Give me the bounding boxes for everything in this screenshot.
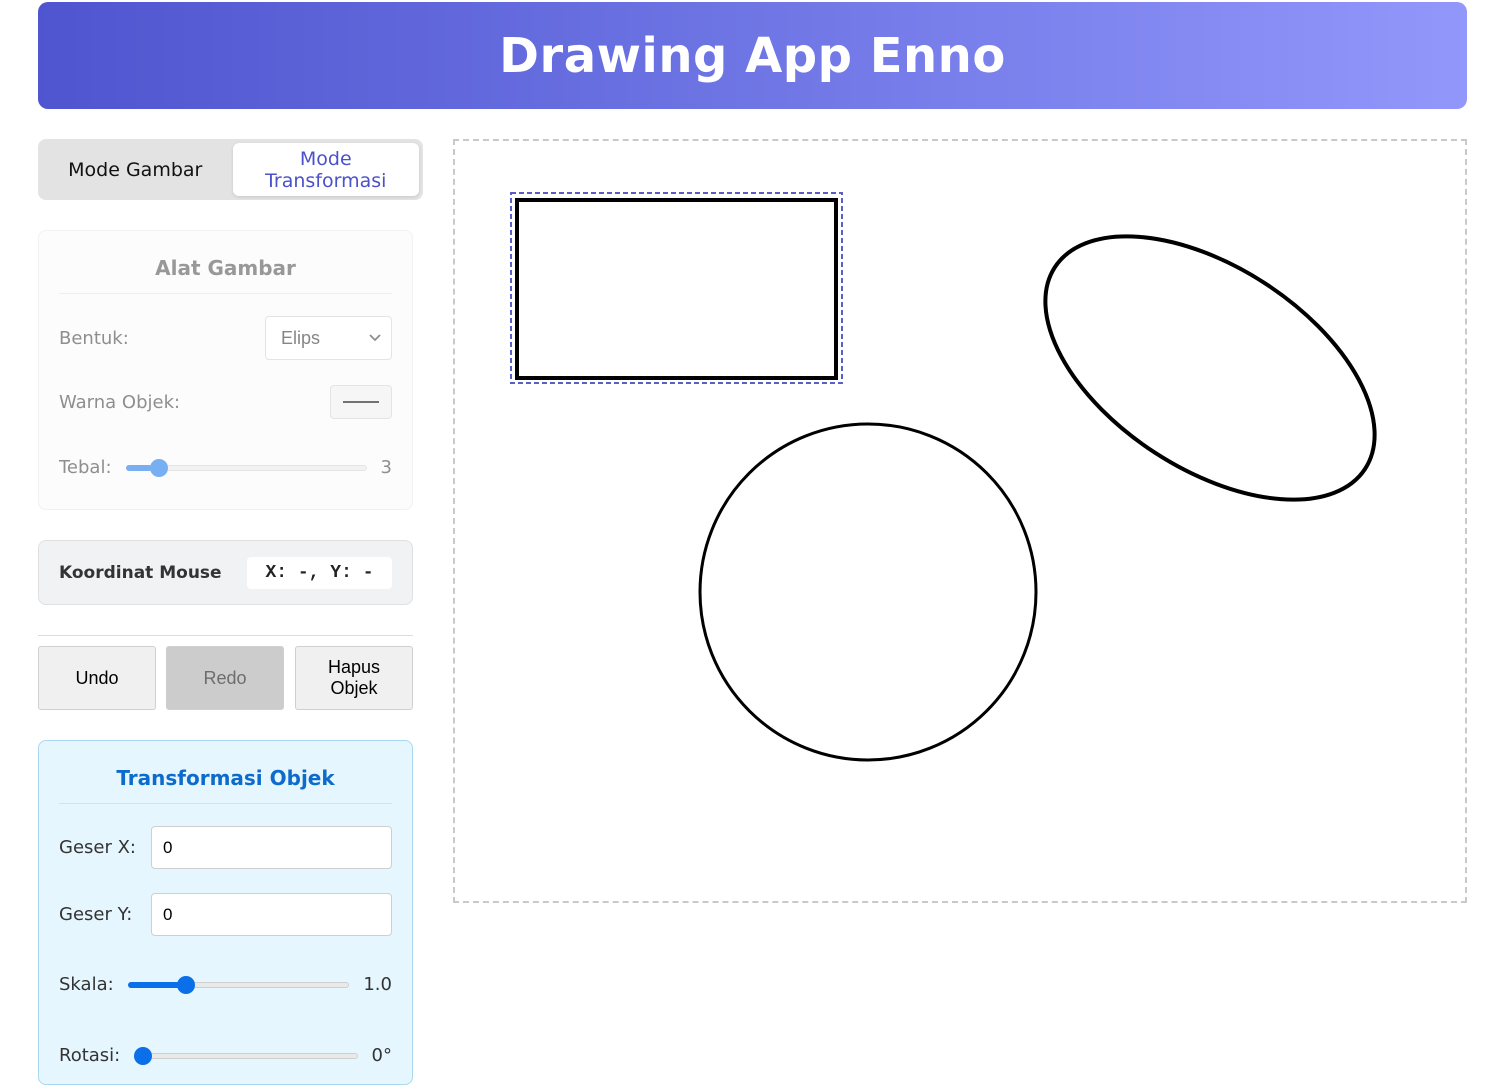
chevron-down-icon [369,334,381,342]
redo-button[interactable]: Redo [166,646,284,710]
shape-select[interactable]: Elips [265,316,392,360]
rectangle-object[interactable] [515,198,838,380]
drawing-tools-panel: Alat Gambar Bentuk: Elips Warna Objek: T… [38,230,413,510]
drawing-tools-title: Alat Gambar [59,231,392,294]
scale-slider[interactable] [127,975,350,994]
slider-fill [127,981,181,988]
shift-y-input[interactable]: 0 [151,893,392,936]
mode-switch: Mode Gambar Mode Transformasi [38,139,423,200]
rotate-label: Rotasi: [59,1045,121,1066]
divider [38,635,413,636]
color-row: Warna Objek: [59,385,392,419]
shape-row: Bentuk: Elips [59,316,392,360]
undo-button[interactable]: Undo [38,646,156,710]
slider-fill [125,464,153,471]
slider-thumb[interactable] [176,975,195,994]
shift-x-label: Geser X: [59,837,136,858]
mouse-coords-panel: Koordinat Mouse X: -, Y: - [38,540,413,605]
slider-track [134,1052,358,1059]
scale-label: Skala: [59,974,114,995]
mouse-coords-label: Koordinat Mouse [59,563,222,583]
rotate-slider[interactable] [134,1046,358,1065]
shift-x-input[interactable]: 0 [151,826,392,869]
transform-panel: Transformasi Objek Geser X: 0 Geser Y: 0… [38,740,413,1085]
transform-title: Transformasi Objek [59,741,392,804]
slider-thumb[interactable] [134,1046,153,1065]
thickness-slider[interactable] [125,458,367,477]
scale-row: Skala: 1.0 [59,974,392,995]
color-picker[interactable] [330,385,392,419]
thickness-row: Tebal: 3 [59,457,392,478]
shape-label: Bentuk: [59,327,129,349]
color-swatch-fill [343,401,379,403]
delete-object-button[interactable]: Hapus Objek [295,646,413,710]
drawing-canvas[interactable] [453,139,1467,903]
scale-value: 1.0 [363,974,392,995]
circle-object[interactable] [698,422,1038,762]
app-header: Drawing App Enno [38,2,1467,109]
thickness-label: Tebal: [59,457,112,478]
color-label: Warna Objek: [59,391,181,413]
rotate-value: 0° [371,1045,392,1066]
shift-x-row: Geser X: 0 [59,826,392,869]
mode-draw-button[interactable]: Mode Gambar [42,143,229,196]
thickness-value: 3 [380,457,392,478]
shift-y-label: Geser Y: [59,904,133,925]
mode-transform-button[interactable]: Mode Transformasi [232,143,419,196]
slider-thumb[interactable] [150,458,169,477]
shape-select-value: Elips [281,327,321,348]
app-title: Drawing App Enno [499,27,1006,84]
selection-outline [510,192,843,384]
mouse-coords-value: X: -, Y: - [247,557,392,589]
shift-y-row: Geser Y: 0 [59,893,392,936]
rotate-row: Rotasi: 0° [59,1045,392,1066]
canvas-svg [510,183,1420,762]
ellipse-object[interactable] [1000,183,1420,554]
